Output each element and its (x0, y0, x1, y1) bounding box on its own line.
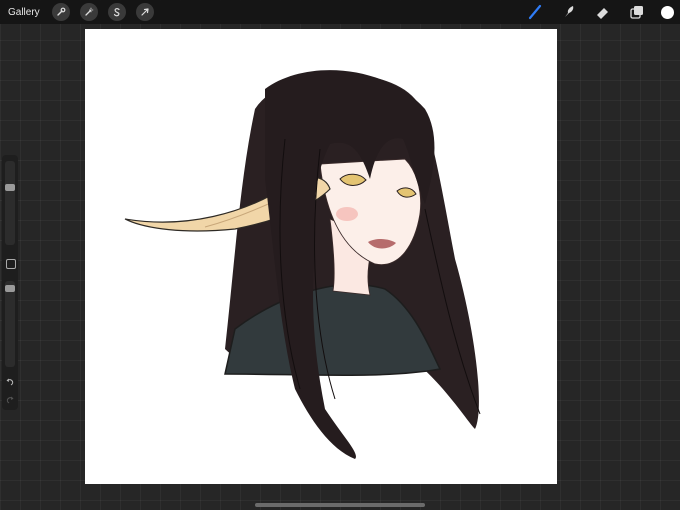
selection-button[interactable] (107, 3, 126, 21)
smudge-icon (565, 6, 574, 17)
undo-icon[interactable] (5, 377, 15, 387)
selection-icon (113, 8, 120, 17)
brush-icon (528, 4, 542, 20)
brush-size-slider[interactable] (5, 161, 15, 245)
redo-icon[interactable] (5, 395, 15, 405)
opacity-slider[interactable] (5, 281, 15, 367)
gallery-button[interactable]: Gallery (8, 7, 40, 18)
brush-button[interactable] (525, 2, 545, 22)
transform-icon (141, 8, 149, 16)
adjustments-button[interactable] (79, 3, 98, 21)
drawing-canvas[interactable] (85, 29, 557, 484)
magic-wand-icon (85, 7, 93, 16)
top-toolbar: Gallery (0, 0, 680, 24)
layers-button[interactable] (627, 2, 647, 22)
left-sidebar (2, 155, 18, 410)
eraser-icon (597, 8, 608, 19)
transform-button[interactable] (135, 3, 154, 21)
layers-icon (630, 6, 643, 19)
character-illustration (124, 70, 481, 460)
home-indicator[interactable] (255, 503, 425, 507)
wrench-icon (56, 7, 66, 16)
modify-button[interactable] (6, 259, 16, 269)
opacity-handle[interactable] (5, 285, 15, 292)
actions-wrench-button[interactable] (51, 3, 70, 21)
brush-size-handle[interactable] (5, 184, 15, 191)
smudge-button[interactable] (559, 2, 579, 22)
eraser-button[interactable] (593, 2, 613, 22)
color-swatch[interactable] (661, 5, 674, 19)
right-toolbar (525, 0, 680, 24)
